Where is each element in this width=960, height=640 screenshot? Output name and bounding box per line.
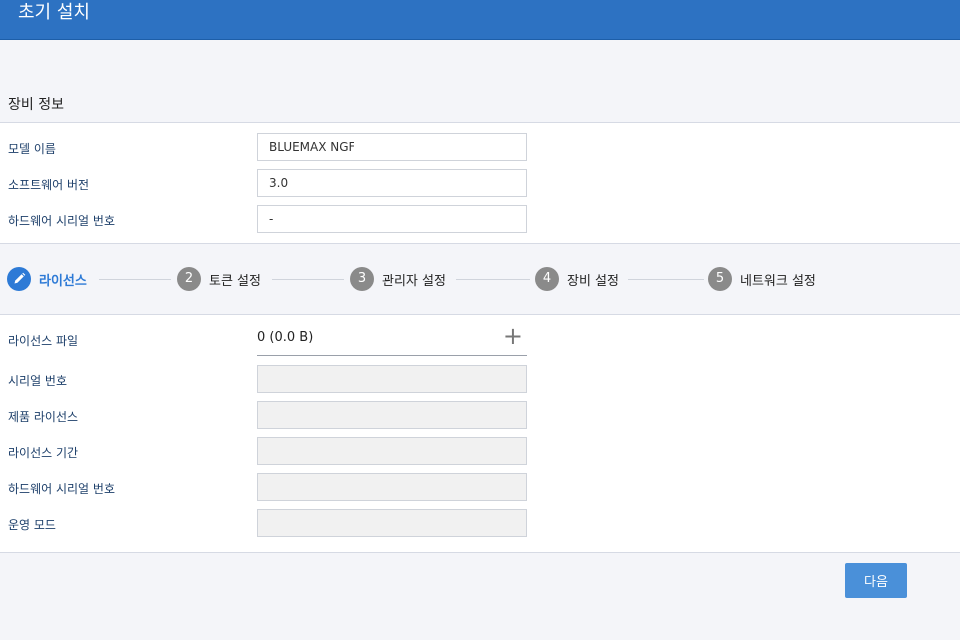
license-file-label: 라이선스 파일	[8, 334, 79, 348]
step-label: 장비 설정	[567, 273, 619, 289]
page-title: 초기 설치	[18, 2, 90, 23]
next-button[interactable]: 다음	[845, 563, 907, 598]
step-connector	[628, 279, 704, 280]
step-number: 4	[535, 267, 559, 291]
step-number: 5	[708, 267, 732, 291]
operation-mode-label: 운영 모드	[8, 518, 56, 532]
step-label: 라이선스	[39, 273, 87, 289]
step-network[interactable]: 5 네트워크 설정	[708, 267, 816, 291]
serial-number-label: 시리얼 번호	[8, 374, 68, 388]
step-connector	[456, 279, 530, 280]
step-number: 3	[350, 267, 374, 291]
serial-number-field	[257, 365, 527, 393]
license-hw-serial-label: 하드웨어 시리얼 번호	[8, 482, 115, 496]
license-period-label: 라이선스 기간	[8, 446, 79, 460]
model-name-value: BLUEMAX NGF 3	[269, 140, 367, 154]
hw-serial-field: -	[257, 205, 527, 233]
hw-serial-label: 하드웨어 시리얼 번호	[8, 214, 115, 228]
step-token[interactable]: 2 토큰 설정	[177, 267, 261, 291]
license-period-field	[257, 437, 527, 465]
device-info-title: 장비 정보	[8, 97, 64, 113]
step-label: 토큰 설정	[209, 273, 261, 289]
step-label: 네트워크 설정	[740, 273, 816, 289]
operation-mode-field	[257, 509, 527, 537]
product-license-label: 제품 라이선스	[8, 410, 79, 424]
model-name-field: BLUEMAX NGF 3	[257, 133, 527, 161]
pencil-icon	[7, 267, 31, 291]
software-version-value: 3.0	[269, 176, 289, 190]
step-connector	[272, 279, 344, 280]
license-file-field[interactable]: 0 (0.0 B) +	[257, 322, 527, 356]
redaction-mask	[354, 135, 490, 159]
license-file-value: 0 (0.0 B)	[257, 330, 314, 345]
step-admin[interactable]: 3 관리자 설정	[350, 267, 446, 291]
step-label: 관리자 설정	[382, 273, 446, 289]
hw-serial-value: -	[269, 212, 274, 226]
license-hw-serial-field	[257, 473, 527, 501]
device-info-panel: 모델 이름 BLUEMAX NGF 3 소프트웨어 버전 3.0 하드웨어 시리…	[0, 122, 960, 244]
step-number: 2	[177, 267, 201, 291]
step-device[interactable]: 4 장비 설정	[535, 267, 619, 291]
step-connector	[99, 279, 171, 280]
product-license-field	[257, 401, 527, 429]
software-version-field: 3.0	[257, 169, 527, 197]
model-name-label: 모델 이름	[8, 142, 56, 156]
software-version-label: 소프트웨어 버전	[8, 178, 90, 192]
plus-icon[interactable]: +	[503, 322, 523, 350]
step-license[interactable]: 라이선스	[7, 267, 87, 291]
app-header: 초기 설치	[0, 0, 960, 40]
